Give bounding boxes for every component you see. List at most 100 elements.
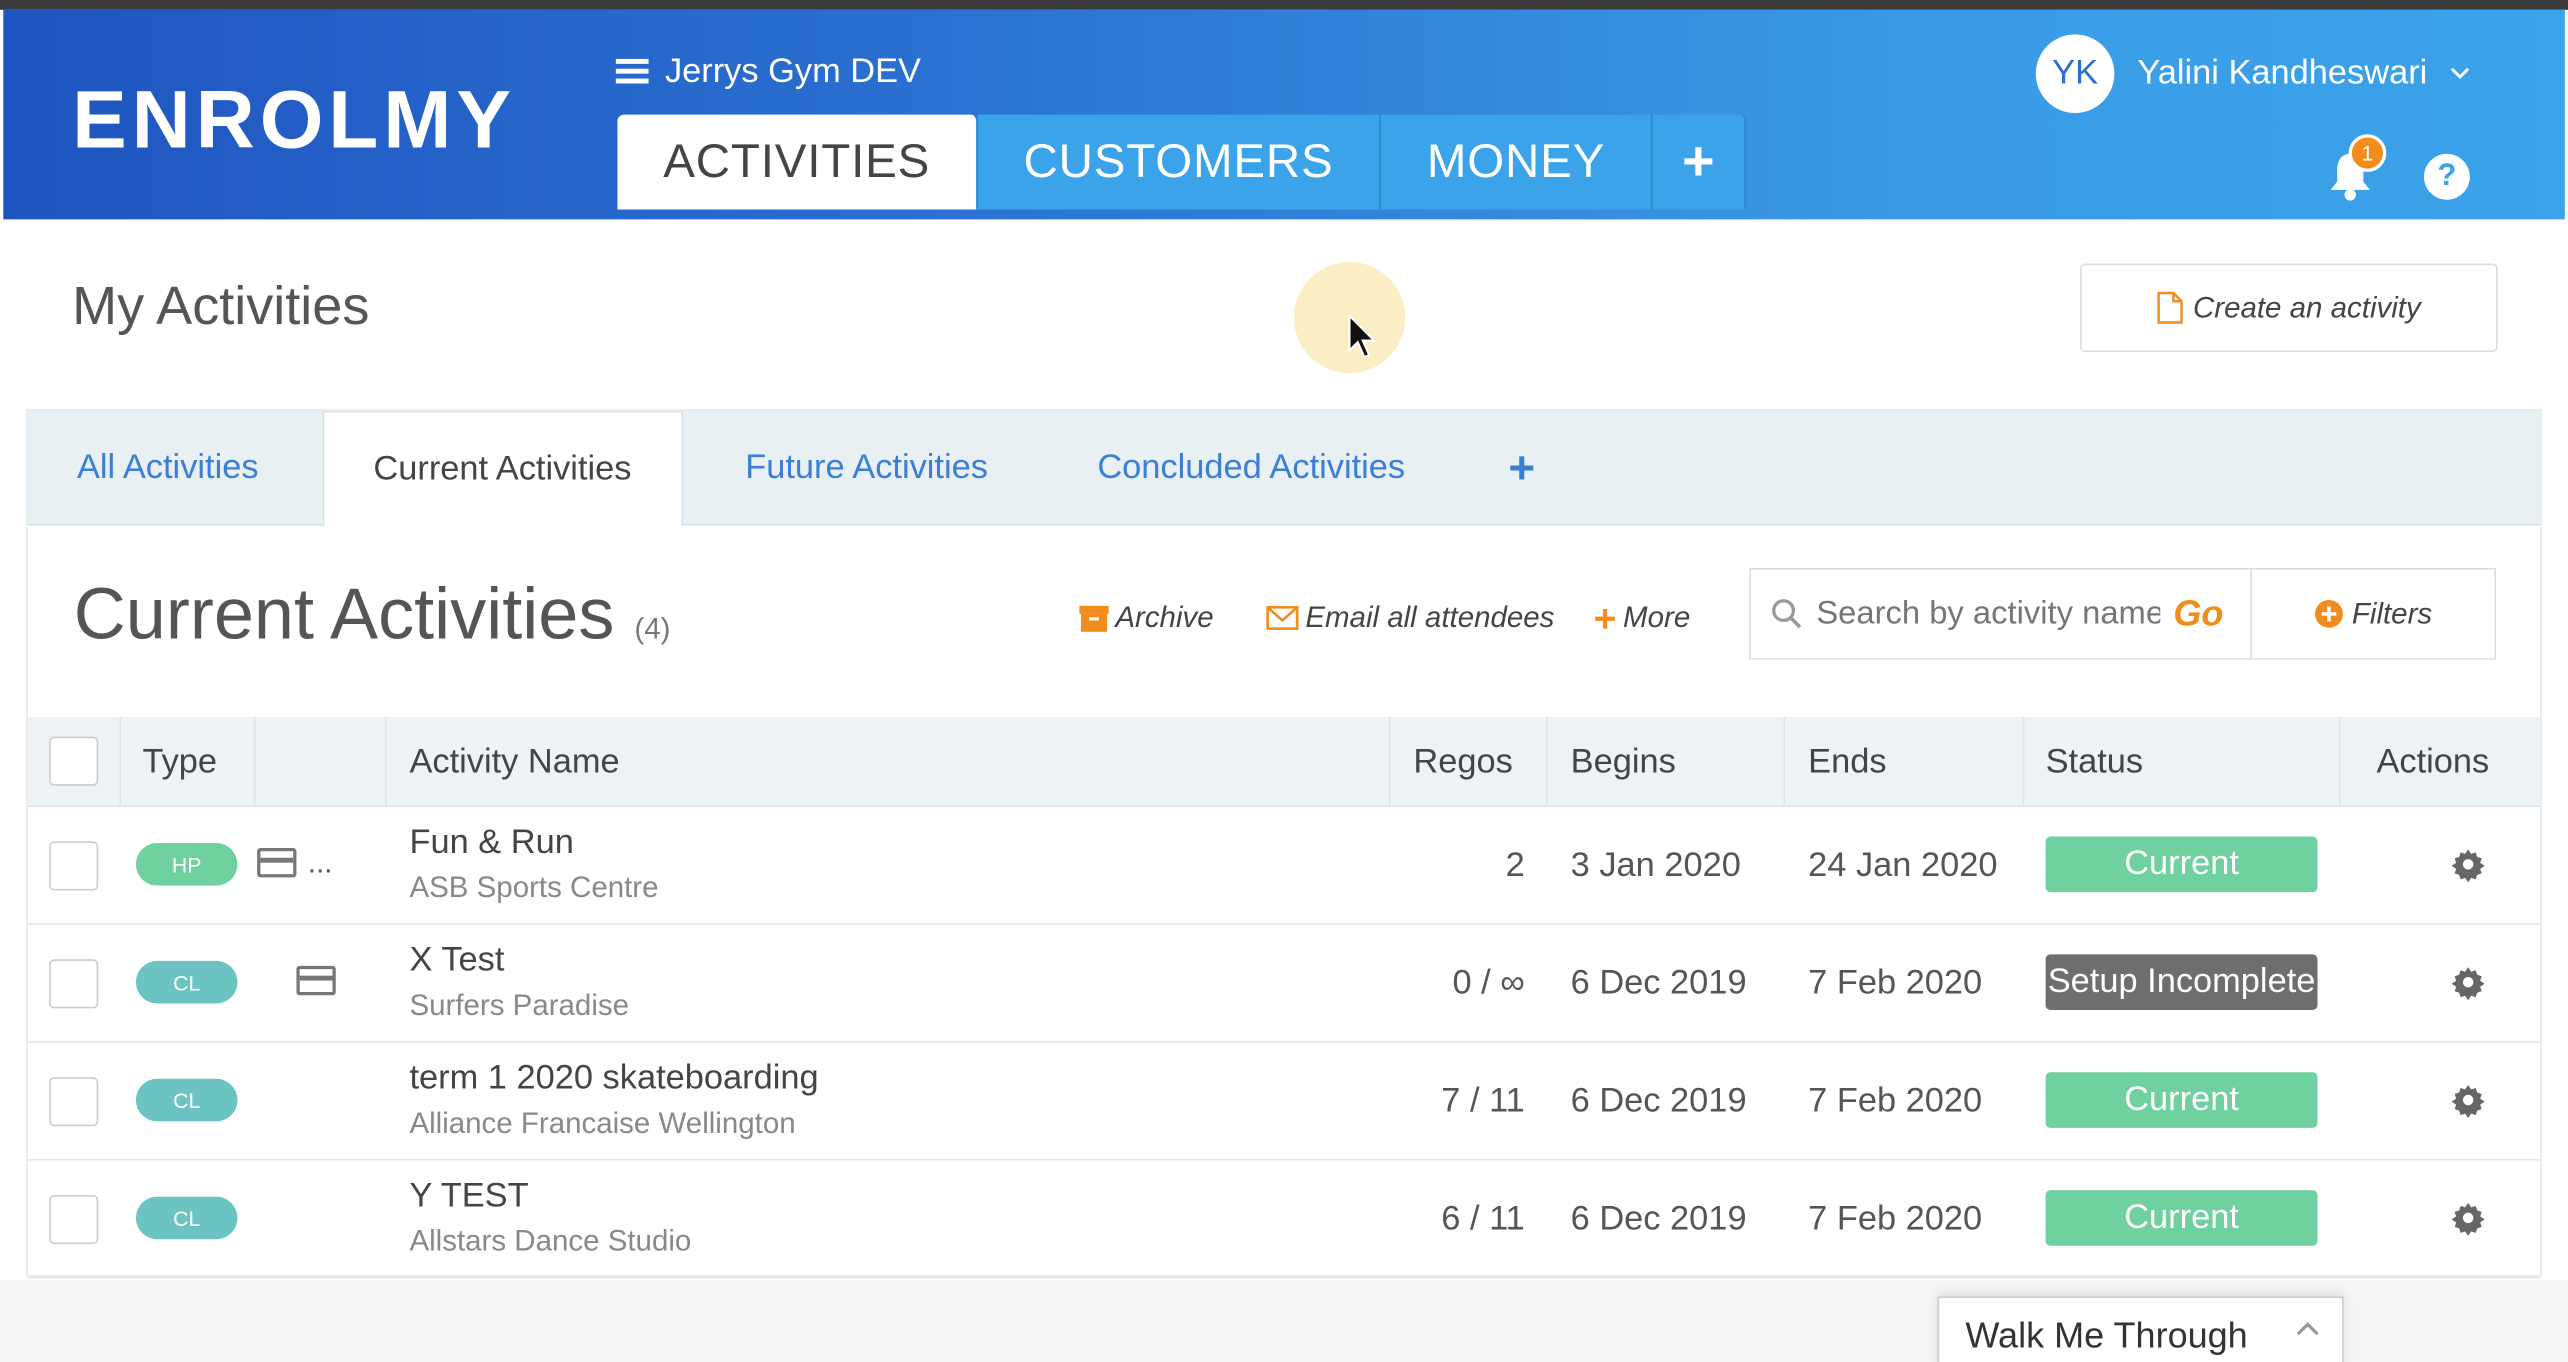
regos-value: 7 / 11 [1441,1082,1525,1120]
activity-venue: ASB Sports Centre [409,870,659,904]
tab-activities[interactable]: ACTIVITIES [617,114,978,210]
envelope-icon [1266,606,1299,630]
activities-panel: All Activities Current Activities Future… [26,409,2542,1279]
avatar: YK [2035,34,2115,113]
subtab-concluded-activities[interactable]: Concluded Activities [1097,411,1405,526]
status-badge: Setup Incomplete [2045,954,2318,1011]
regos-value: 0 / ∞ [1452,964,1525,1002]
select-all-checkbox[interactable] [49,736,99,786]
type-badge-cl: CL [135,960,238,1004]
gear-icon[interactable] [2450,964,2486,1001]
tab-money[interactable]: MONEY [1380,114,1653,210]
create-activity-button[interactable]: Create an activity [2080,263,2498,352]
column-header-activity-name[interactable]: Activity Name [409,717,619,807]
table-row[interactable]: HP ... Fun & Run ASB Sports Centre 2 3 J… [27,807,2541,925]
plus-circle-icon [2315,599,2343,628]
user-menu[interactable]: YK Yalini Kandheswari [2035,34,2470,113]
section-title-text: Current Activities [73,574,615,655]
table-header: Type Activity Name Regos Begins Ends Sta… [27,717,2541,808]
begins-date: 6 Dec 2019 [1570,1199,1747,1238]
column-divider [1783,717,1786,808]
table-row[interactable]: CL Y TEST Allstars Dance Studio 6 / 11 6… [27,1161,2541,1279]
type-badge-hp: HP [135,843,238,886]
status-badge: Current [2045,1190,2318,1246]
help-icon[interactable]: ? [2423,153,2470,200]
credit-card-icon [296,965,336,996]
ends-date: 24 Jan 2020 [1808,846,1998,884]
search-go-button[interactable]: Go [2173,593,2223,636]
column-header-actions: Actions [2376,742,2490,781]
type-badge-cl: CL [135,1196,238,1240]
column-divider [384,717,387,808]
begins-date: 3 Jan 2020 [1570,846,1741,884]
column-header-status[interactable]: Status [2046,717,2144,807]
activity-venue: Surfers Paradise [409,988,630,1022]
activity-name-link[interactable]: X Test [409,941,504,980]
column-header-type[interactable]: Type [142,717,217,807]
ends-date: 7 Feb 2020 [1808,964,1983,1002]
enrolmy-logo[interactable]: ENROLMY [72,72,516,167]
section-title: Current Activities (4) [74,575,671,657]
row-checkbox[interactable] [49,1077,99,1127]
activity-venue: Alliance Francaise Wellington [409,1106,796,1140]
archive-button[interactable]: Archive [1079,600,1214,635]
subtab-current-activities[interactable]: Current Activities [322,410,683,528]
activity-name-link[interactable]: Fun & Run [409,823,573,862]
activity-search-input[interactable] [1816,595,2161,633]
plus-icon [1595,608,1615,628]
gear-icon[interactable] [2450,1082,2486,1119]
status-badge: Current [2045,1072,2318,1128]
regos-value: 6 / 11 [1441,1199,1525,1238]
window-top-strip [0,0,2568,10]
search-icon [1772,599,1802,629]
chevron-down-icon [2450,67,2470,80]
create-activity-label: Create an activity [2192,290,2421,324]
gear-icon[interactable] [2450,1200,2486,1236]
hamburger-menu-icon[interactable] [615,58,649,85]
gear-icon[interactable] [2450,846,2486,883]
chevron-up-icon [2296,1322,2319,1336]
begins-date: 6 Dec 2019 [1570,1082,1747,1120]
column-divider [119,717,122,808]
tab-customers[interactable]: CUSTOMERS [977,114,1381,210]
activity-subtabs: All Activities Current Activities Future… [27,410,2541,528]
mouse-cursor-icon [1348,314,1377,359]
credit-card-icon [257,847,297,878]
main-tabs: ACTIVITIES CUSTOMERS MONEY + [617,114,1747,210]
email-all-attendees-button[interactable]: Email all attendees [1266,601,1554,635]
regos-value: 2 [1505,846,1525,884]
status-badge: Current [2045,836,2318,893]
more-button[interactable]: More [1594,600,1691,635]
ends-date: 7 Feb 2020 [1808,1082,1983,1120]
subtab-all-activities[interactable]: All Activities [77,411,259,526]
table-row[interactable]: CL term 1 2020 skateboarding Alliance Fr… [27,1043,2541,1161]
column-header-regos[interactable]: Regos [1413,717,1512,807]
page-title: My Activities [72,275,370,336]
column-divider [2022,717,2025,808]
type-badge-cl: CL [135,1078,238,1122]
activity-count: (4) [634,612,671,645]
app-window: ENROLMY Jerrys Gym DEV YK Yalini Kandhes… [0,0,2568,1362]
more-label: More [1623,600,1691,634]
subtab-future-activities[interactable]: Future Activities [745,411,988,526]
user-name: Yalini Kandheswari [2137,54,2428,92]
column-divider [253,717,256,808]
filters-label: Filters [2351,596,2433,630]
filters-button[interactable]: Filters [2250,568,2497,660]
table-row[interactable]: CL X Test Surfers Paradise 0 / ∞ 6 Dec 2… [27,925,2541,1043]
row-checkbox[interactable] [49,959,99,1009]
more-icons-ellipsis: ... [307,846,333,880]
column-header-ends[interactable]: Ends [1808,717,1886,807]
row-checkbox[interactable] [49,1195,99,1245]
column-divider [1388,717,1391,808]
archive-label: Archive [1115,600,1214,634]
row-checkbox[interactable] [49,841,99,891]
gym-selector[interactable]: Jerrys Gym DEV [615,52,921,91]
activity-name-link[interactable]: term 1 2020 skateboarding [409,1059,818,1098]
add-subtab-button[interactable]: + [1508,411,1535,526]
activity-name-link[interactable]: Y TEST [409,1177,528,1216]
walk-me-through-label: Walk Me Through [1965,1313,2248,1355]
walk-me-through-button[interactable]: Walk Me Through [1937,1296,2344,1362]
column-header-begins[interactable]: Begins [1571,717,1676,807]
add-tab-button[interactable]: + [1652,114,1747,210]
